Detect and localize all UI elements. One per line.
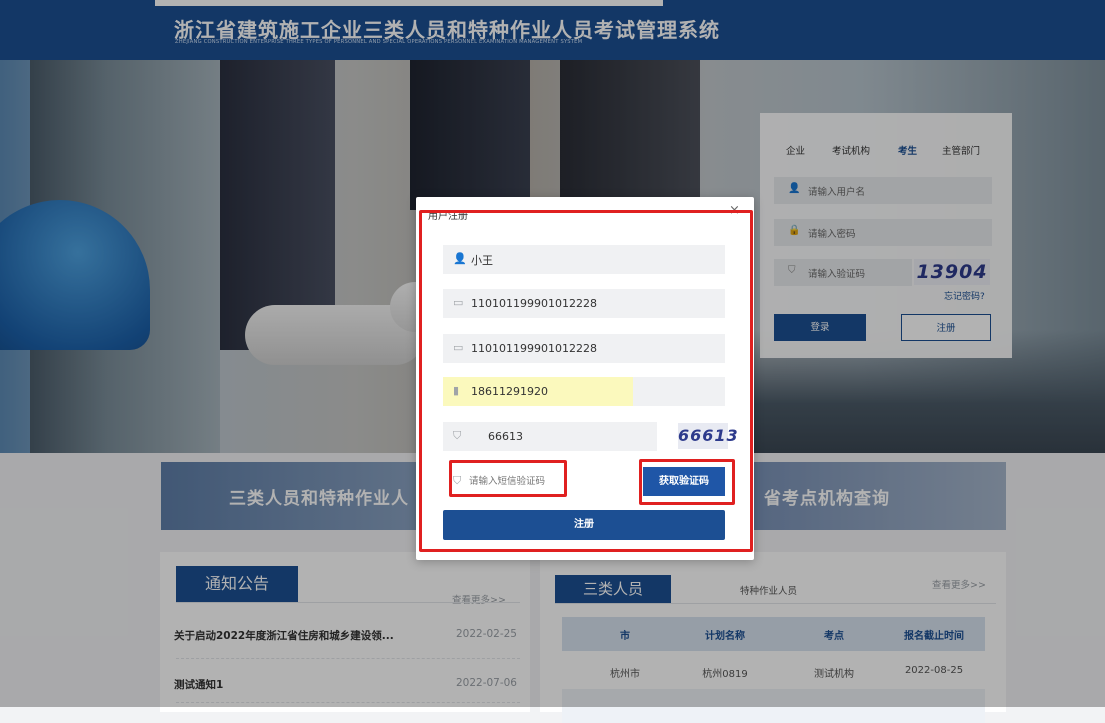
- id-number-field[interactable]: ▭: [443, 289, 725, 318]
- phone-input[interactable]: [443, 377, 725, 406]
- phone-field[interactable]: ▮: [443, 377, 725, 406]
- captcha-field[interactable]: ⛉: [443, 422, 657, 451]
- id-confirm-field[interactable]: ▭: [443, 334, 725, 363]
- submit-register-button[interactable]: 注册: [443, 510, 725, 540]
- id-number-input[interactable]: [443, 289, 725, 318]
- captcha-input[interactable]: [443, 422, 657, 451]
- register-modal: 用户注册 × 👤 ▭ ▭ ▮ ⛉ 66613 ⛉ 获取验证码 注册: [416, 197, 754, 560]
- highlight-sms-button: [639, 459, 735, 505]
- highlight-sms-input: [449, 460, 567, 497]
- id-confirm-input[interactable]: [443, 334, 725, 363]
- name-input[interactable]: [443, 245, 725, 274]
- captcha-image[interactable]: 66613: [678, 423, 738, 449]
- name-field[interactable]: 👤: [443, 245, 725, 274]
